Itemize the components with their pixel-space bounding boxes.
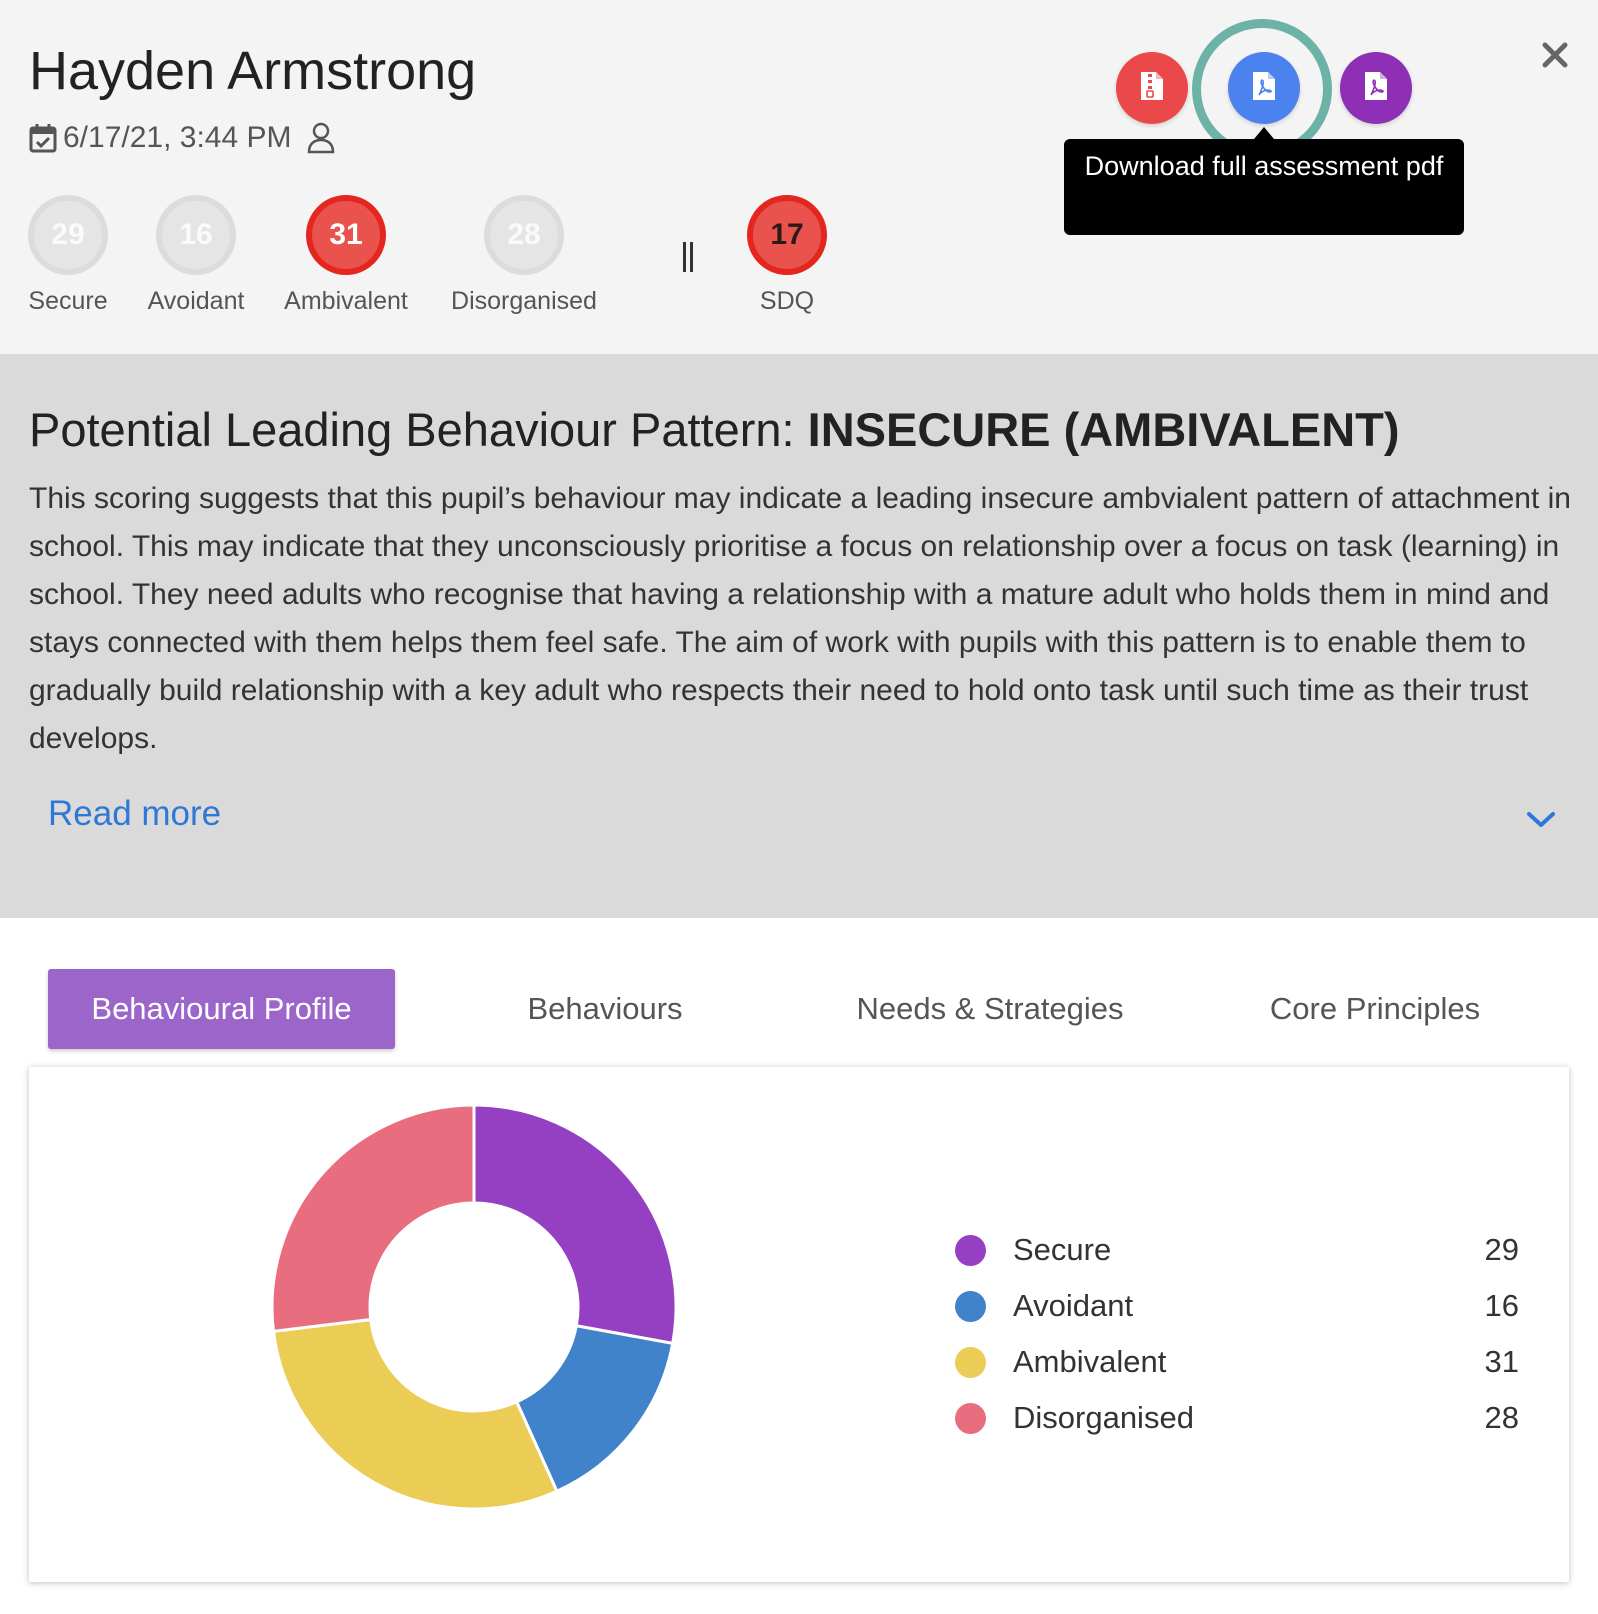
legend-value: 31 <box>1484 1344 1519 1379</box>
legend-swatch <box>955 1346 986 1378</box>
behaviour-donut-chart <box>270 1103 678 1511</box>
score-disorganised: 28 Disorganised <box>451 195 597 315</box>
legend-label: Avoidant <box>1013 1288 1134 1323</box>
score-sdq: 17 SDQ <box>747 195 827 315</box>
behavioural-profile-card: Secure 29 Avoidant 16 Ambivalent 31 Disorganis… <box>29 1067 1569 1582</box>
read-more-link[interactable]: Read more <box>48 794 221 834</box>
legend-item-disorganised[interactable]: Disorganised 28 <box>955 1390 1569 1446</box>
download-full-assessment-pdf-button[interactable] <box>1228 52 1300 124</box>
score-secure: 29 Secure <box>28 195 108 315</box>
score-ambivalent: 31 Ambivalent <box>284 195 408 315</box>
legend-label: Disorganised <box>1013 1400 1194 1435</box>
tab-needs-strategies[interactable]: Needs & Strategies <box>820 969 1160 1049</box>
behaviour-pattern-panel: Potential Leading Behaviour Pattern: INS… <box>0 354 1598 918</box>
tab-behaviours[interactable]: Behaviours <box>460 969 750 1049</box>
score-avoidant-label: Avoidant <box>147 287 245 315</box>
pdf-file-icon <box>1363 70 1389 107</box>
legend-value: 28 <box>1484 1400 1519 1435</box>
legend-swatch <box>955 1402 986 1434</box>
user-icon[interactable] <box>306 121 336 155</box>
download-zip-button[interactable] <box>1116 52 1188 124</box>
legend-swatch <box>955 1290 986 1322</box>
download-tooltip: Download full assessment pdf <box>1064 139 1464 235</box>
score-disorganised-label: Disorganised <box>451 287 597 315</box>
calendar-check-icon <box>29 122 57 154</box>
legend-swatch <box>955 1234 986 1266</box>
pattern-title-value: INSECURE (AMBIVALENT) <box>807 403 1400 456</box>
donut-slice-secure[interactable] <box>472 1103 678 1346</box>
legend-label: Ambivalent <box>1013 1344 1167 1379</box>
score-avoidant: 16 Avoidant <box>148 195 244 315</box>
legend-value: 29 <box>1484 1232 1519 1267</box>
tooltip-arrow <box>1254 127 1274 139</box>
assessment-header: Hayden Armstrong 6/17/21, 3:44 PM 29 Sec… <box>0 0 1598 354</box>
zip-file-icon <box>1139 70 1165 107</box>
tab-core-principles[interactable]: Core Principles <box>1225 969 1525 1049</box>
score-secure-label: Secure <box>28 287 108 315</box>
legend-item-ambivalent[interactable]: Ambivalent 31 <box>955 1334 1569 1390</box>
chevron-down-icon[interactable] <box>1525 809 1557 831</box>
score-sdq-value: 17 <box>747 195 827 275</box>
pattern-description: This scoring suggests that this pupil’s … <box>29 482 1571 755</box>
legend-label: Secure <box>1013 1232 1112 1267</box>
legend-item-avoidant[interactable]: Avoidant 16 <box>955 1278 1569 1334</box>
download-summary-pdf-button[interactable] <box>1340 52 1412 124</box>
legend-value: 16 <box>1484 1288 1519 1323</box>
donut-slice-disorganised[interactable] <box>270 1103 476 1334</box>
score-separator <box>683 242 695 272</box>
legend-item-secure[interactable]: Secure 29 <box>955 1222 1569 1278</box>
score-sdq-label: SDQ <box>759 287 815 315</box>
assessment-meta: 6/17/21, 3:44 PM <box>29 118 336 158</box>
close-icon[interactable] <box>1540 40 1570 70</box>
pdf-file-icon <box>1251 70 1277 107</box>
donut-slice-ambivalent[interactable] <box>271 1317 559 1511</box>
pattern-title-prefix: Potential Leading Behaviour Pattern: <box>29 403 808 456</box>
score-secure-value: 29 <box>28 195 108 275</box>
tab-behavioural-profile[interactable]: Behavioural Profile <box>48 969 395 1049</box>
pattern-title: Potential Leading Behaviour Pattern: INS… <box>29 402 1400 457</box>
score-avoidant-value: 16 <box>156 195 236 275</box>
chart-legend: Secure 29 Avoidant 16 Ambivalent 31 Disorganis… <box>955 1222 1569 1446</box>
assessment-date: 6/17/21, 3:44 PM <box>63 121 292 154</box>
score-disorganised-value: 28 <box>484 195 564 275</box>
score-ambivalent-value: 31 <box>306 195 386 275</box>
score-ambivalent-label: Ambivalent <box>284 287 408 315</box>
pupil-name: Hayden Armstrong <box>29 41 477 101</box>
